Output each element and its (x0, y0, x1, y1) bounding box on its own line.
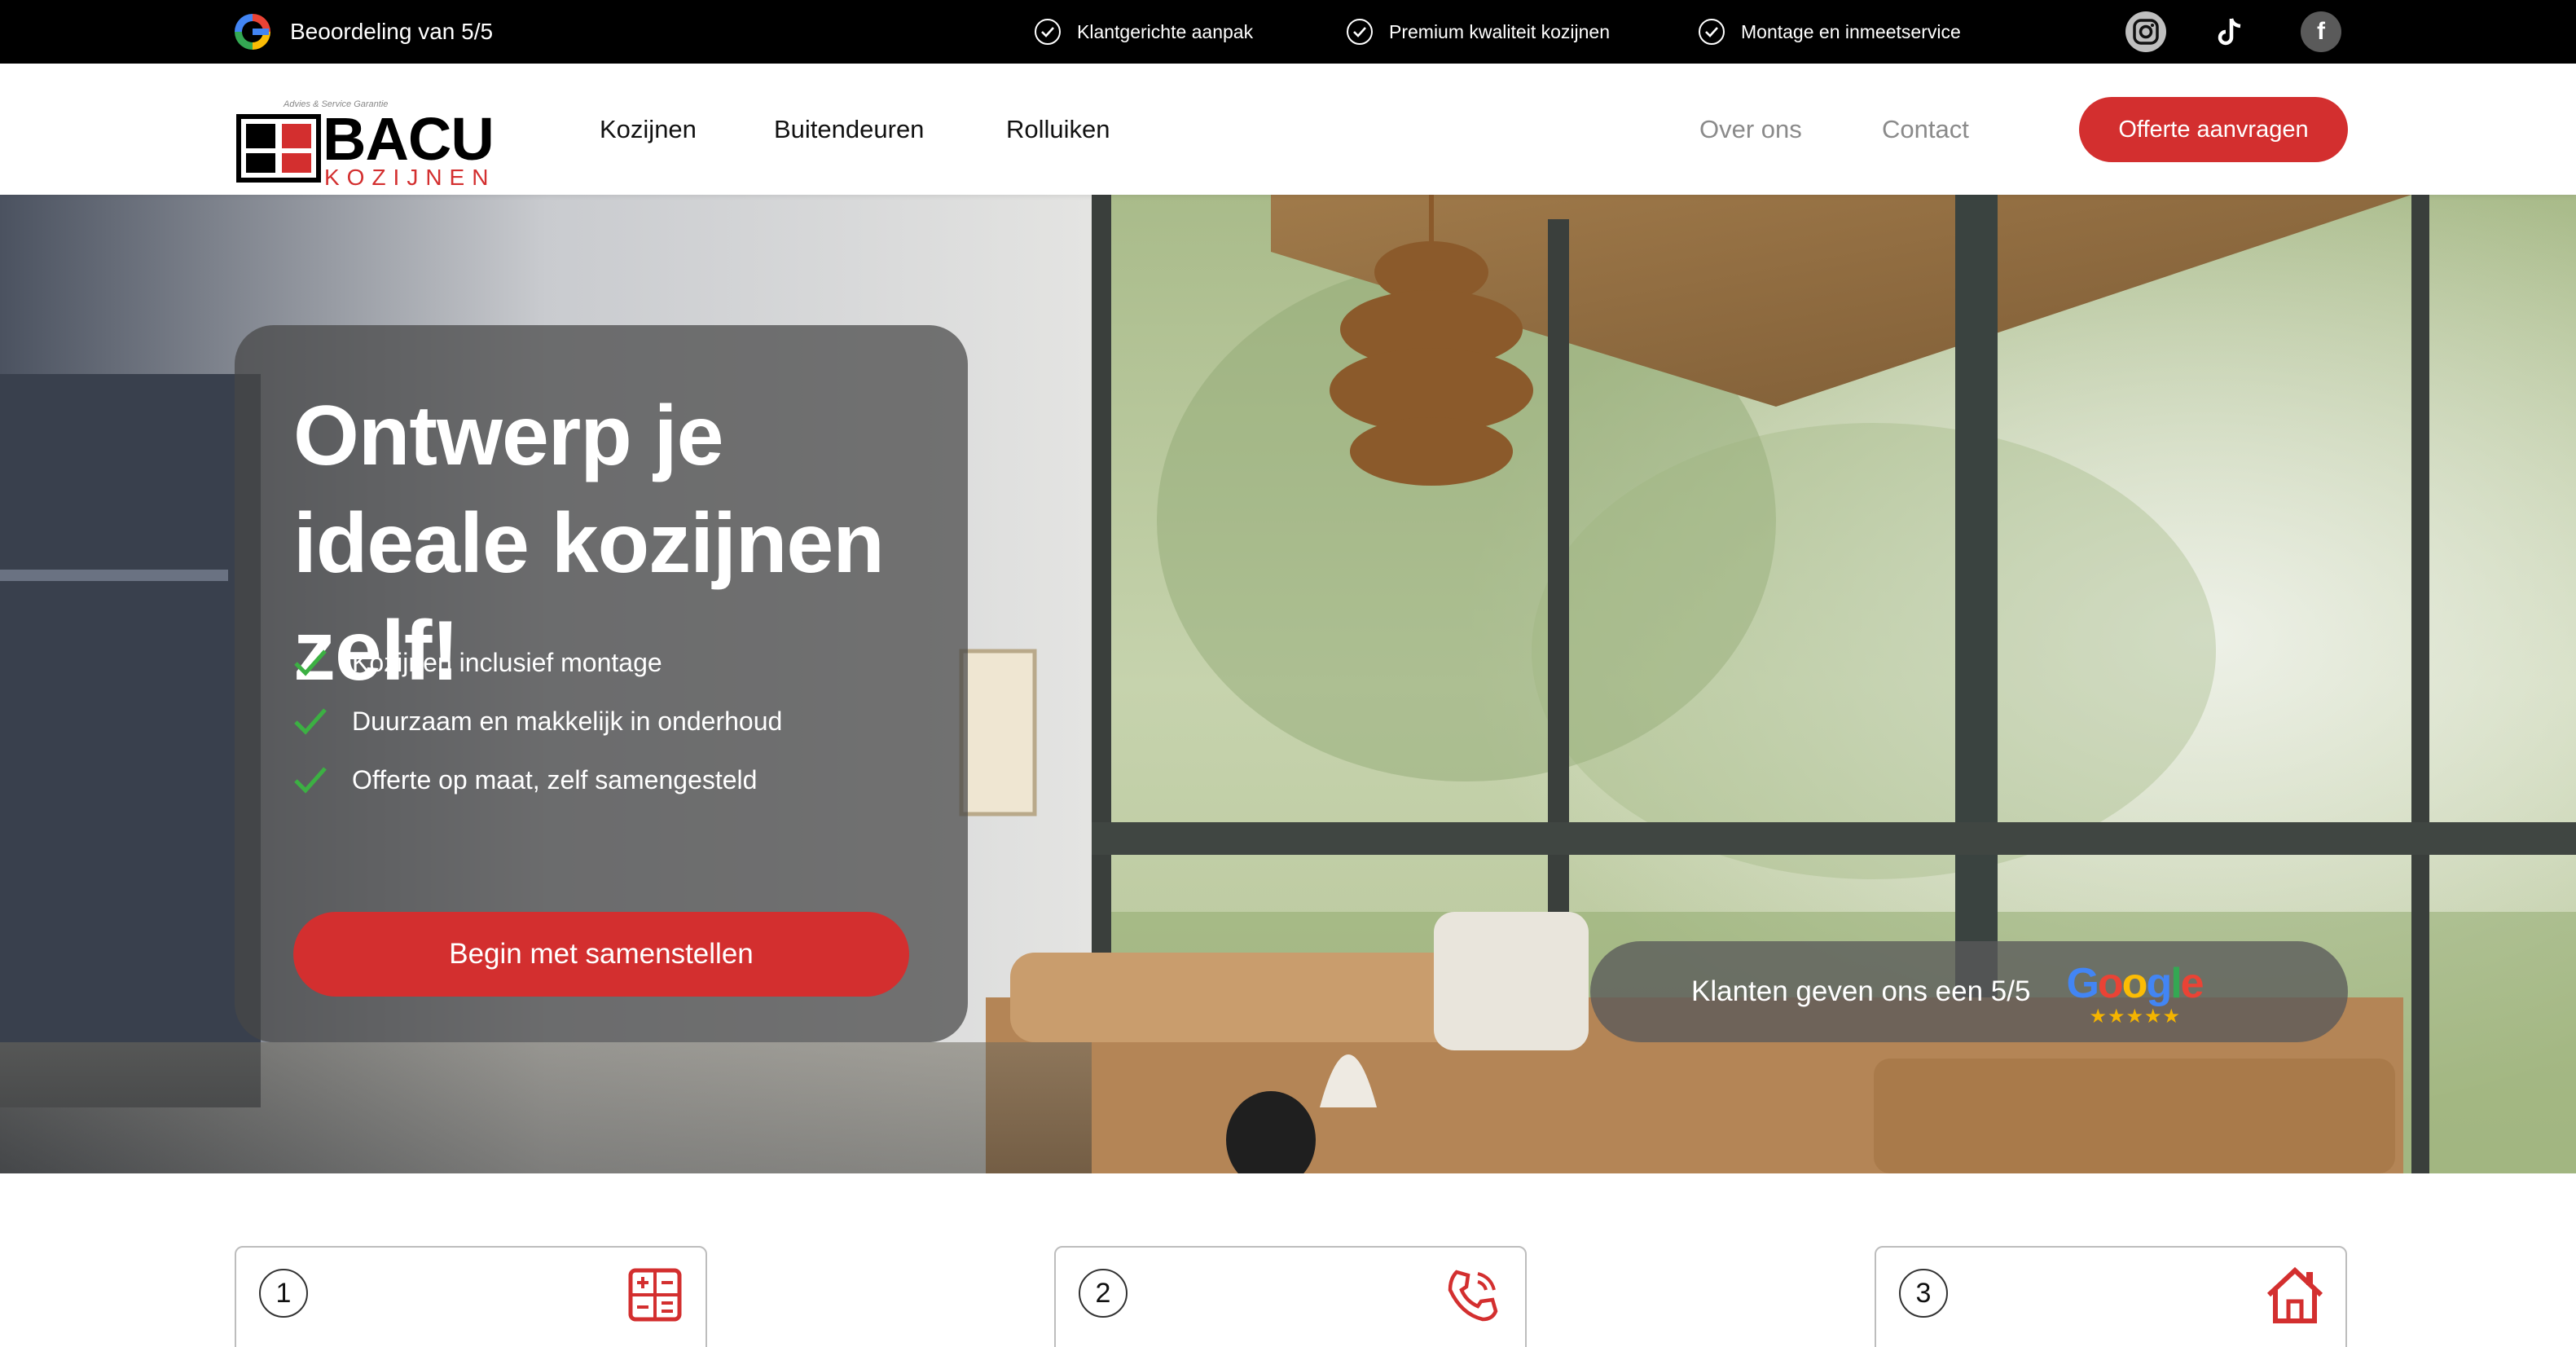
nav-link-rolluiken[interactable]: Rolluiken (1006, 64, 1110, 195)
logo-brand: BACU (323, 105, 495, 173)
google-icon (235, 14, 270, 50)
usp-label: Montage en inmeetservice (1741, 20, 1961, 42)
rating-text: Beoordeling van 5/5 (290, 19, 494, 44)
hero-benefits-list: Kozijnen inclusief montage Duurzaam en m… (293, 633, 782, 809)
top-bar: Beoordeling van 5/5 Klantgerichte aanpak… (0, 0, 2576, 64)
step-card-1: 1 (235, 1246, 707, 1347)
facebook-icon[interactable]: f (2301, 11, 2341, 52)
google-review-pill[interactable]: Klanten geven ons een 5/5 Google ★★★★★ (1590, 941, 2348, 1042)
step-card-3: 3 (1875, 1246, 2347, 1347)
usp-label: Premium kwaliteit kozijnen (1389, 20, 1610, 42)
start-configurator-button[interactable]: Begin met samenstellen (293, 912, 909, 997)
check-circle-icon (1035, 19, 1061, 45)
google-logo: Google ★★★★★ (2066, 959, 2205, 1028)
google-wordmark: Google (2066, 960, 2204, 1007)
check-circle-icon (1347, 19, 1373, 45)
rating-badge[interactable]: Beoordeling van 5/5 (235, 0, 493, 64)
benefit-label: Duurzaam en makkelijk in onderhoud (352, 706, 783, 736)
nav-link-buitendeuren[interactable]: Buitendeuren (774, 64, 924, 195)
tiktok-icon[interactable] (2210, 11, 2251, 52)
bacu-logo[interactable]: Advies & Service Garantie BACU KOZIJNEN (235, 99, 495, 189)
usp-item: Montage en inmeetservice (1699, 0, 1961, 64)
benefit-label: Offerte op maat, zelf samengesteld (352, 764, 758, 795)
nav-link-contact[interactable]: Contact (1882, 64, 1969, 195)
hero-card: Ontwerp je ideale kozijnen zelf! Kozijne… (235, 325, 968, 1042)
calculator-icon (628, 1268, 682, 1322)
hero-section: Ontwerp je ideale kozijnen zelf! Kozijne… (0, 195, 2576, 1173)
benefit-item: Kozijnen inclusief montage (293, 633, 782, 692)
usp-label: Klantgerichte aanpak (1077, 20, 1254, 42)
house-icon (2266, 1266, 2323, 1323)
benefit-item: Offerte op maat, zelf samengesteld (293, 751, 782, 809)
quote-request-button[interactable]: Offerte aanvragen (2079, 97, 2348, 162)
stars-icon: ★★★★★ (2089, 1006, 2182, 1028)
nav-link-kozijnen[interactable]: Kozijnen (600, 64, 697, 195)
checkmark-icon (294, 708, 327, 735)
phone-call-icon (1448, 1270, 1498, 1322)
instagram-icon[interactable] (2125, 11, 2166, 52)
checkmark-icon (294, 767, 327, 794)
checkmark-icon (294, 649, 327, 676)
benefit-item: Duurzaam en makkelijk in onderhoud (293, 692, 782, 751)
benefit-label: Kozijnen inclusief montage (352, 647, 662, 677)
check-circle-icon (1699, 19, 1725, 45)
step-card-2: 2 (1054, 1246, 1527, 1347)
step-number: 1 (259, 1269, 308, 1318)
review-text: Klanten geven ons een 5/5 (1691, 975, 2031, 1007)
logo-subtitle: KOZIJNEN (324, 165, 496, 190)
step-number: 3 (1899, 1269, 1948, 1318)
usp-item: Premium kwaliteit kozijnen (1347, 0, 1610, 64)
logo-window-mark (236, 114, 321, 183)
step-number: 2 (1079, 1269, 1128, 1318)
nav-link-over-ons[interactable]: Over ons (1699, 64, 1802, 195)
main-navigation: Advies & Service Garantie BACU KOZIJNEN … (0, 64, 2576, 195)
usp-item: Klantgerichte aanpak (1035, 0, 1253, 64)
